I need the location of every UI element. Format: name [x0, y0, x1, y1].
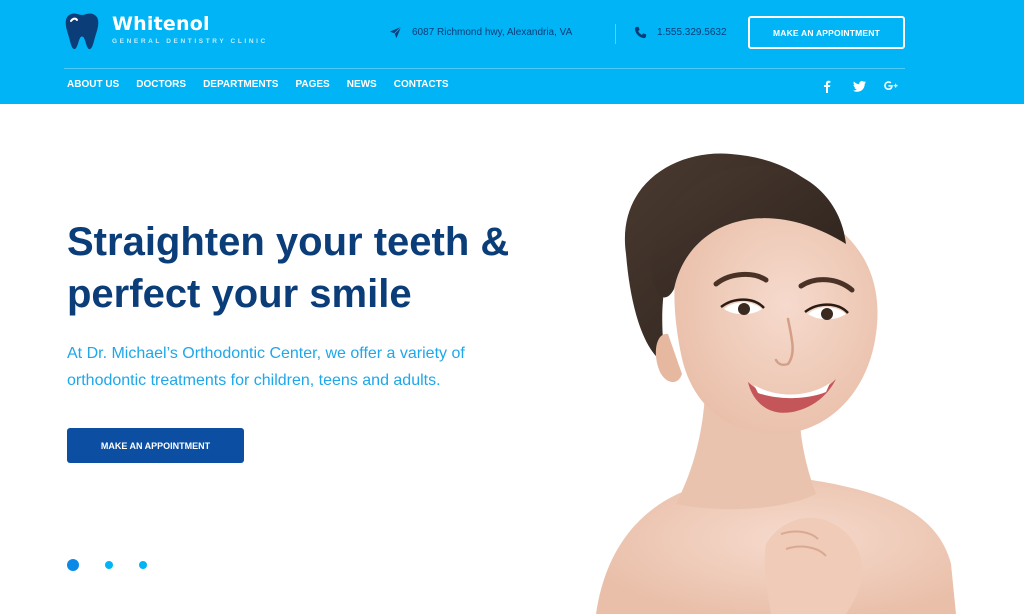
google-plus-icon[interactable] [884, 78, 898, 94]
phone-icon [634, 26, 647, 39]
slider-dot-1[interactable] [67, 559, 79, 571]
nav-about-us[interactable]: ABOUT US [67, 79, 119, 90]
brand-tagline: GENERAL DENTISTRY CLINIC [112, 38, 268, 45]
tooth-icon [65, 13, 99, 50]
brand-name: Whitenol [112, 13, 210, 35]
social-links [820, 78, 898, 94]
slider-dot-3[interactable] [139, 561, 147, 569]
twitter-icon[interactable] [852, 78, 866, 94]
hero-heading: Straighten your teeth & perfect your smi… [67, 216, 567, 320]
nav-departments[interactable]: DEPARTMENTS [203, 79, 278, 90]
facebook-icon[interactable] [820, 78, 834, 94]
header-separator [64, 68, 905, 69]
hero-woman-image [596, 153, 956, 614]
header-appointment-button[interactable]: MAKE AN APPOINTMENT [748, 16, 905, 49]
hero-heading-rest: your smile [200, 272, 412, 316]
site-header: Whitenol GENERAL DENTISTRY CLINIC 6087 R… [0, 0, 1024, 104]
hero-description: At Dr. Michael’s Orthodontic Center, we … [67, 345, 465, 389]
nav-contacts[interactable]: CONTACTS [394, 79, 449, 90]
header-phone[interactable]: 1.555.329.5632 [634, 26, 727, 39]
hero-heading-bold: perfect [67, 272, 201, 316]
hero-heading-line1: Straighten your teeth & [67, 220, 510, 264]
nav-pages[interactable]: PAGES [295, 79, 329, 90]
nav-doctors[interactable]: DOCTORS [136, 79, 186, 90]
header-address: 6087 Richmond hwy, Alexandria, VA [389, 26, 572, 39]
hero-heading-line2: perfect your smile [67, 268, 567, 320]
nav-news[interactable]: NEWS [347, 79, 377, 90]
slider-dots [67, 559, 147, 571]
phone-text: 1.555.329.5632 [657, 27, 727, 38]
slider-dot-2[interactable] [105, 561, 113, 569]
header-divider [615, 24, 616, 44]
paper-plane-icon [389, 26, 402, 39]
main-nav: ABOUT US DOCTORS DEPARTMENTS PAGES NEWS … [67, 79, 449, 90]
address-text: 6087 Richmond hwy, Alexandria, VA [412, 27, 573, 38]
logo[interactable]: Whitenol GENERAL DENTISTRY CLINIC [64, 12, 268, 50]
hero-appointment-button[interactable]: MAKE AN APPOINTMENT [67, 428, 244, 463]
